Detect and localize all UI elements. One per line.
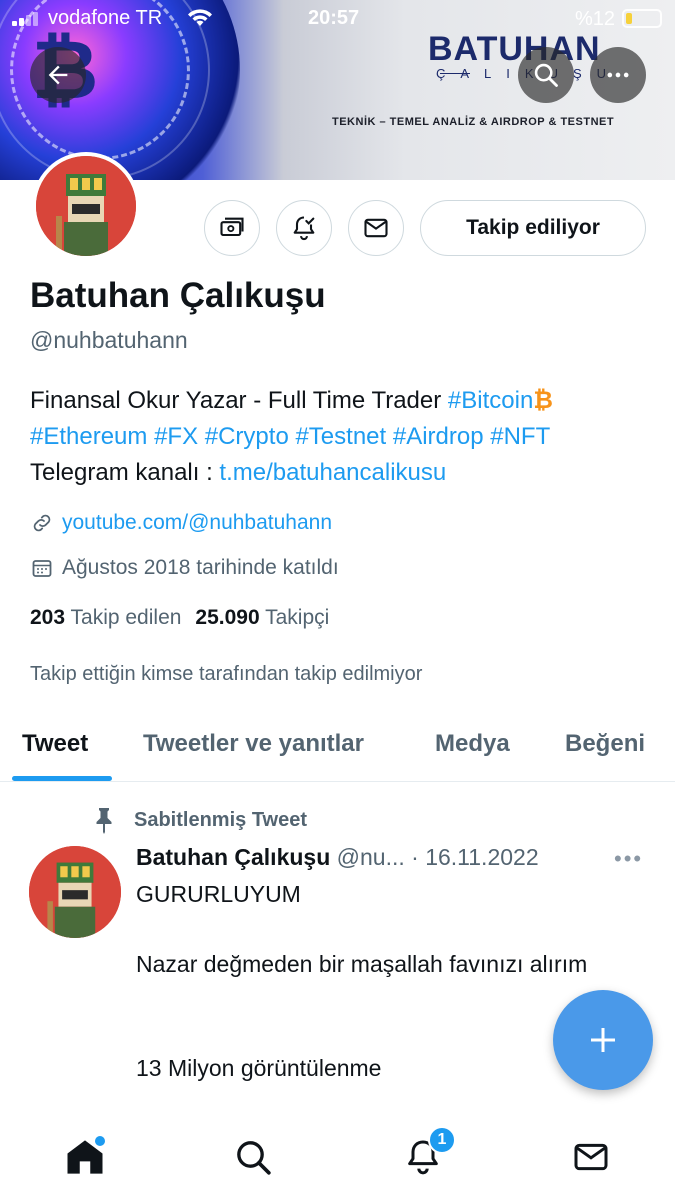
tab-media[interactable]: Medya [435,730,510,758]
following-label: Takip edilen [70,606,182,629]
profile-join-date: Ağustos 2018 tarihinde katıldı [30,556,339,580]
search-icon [534,63,558,87]
following-link[interactable]: 203 Takip edilen [30,606,181,629]
bio-line-1: Finansal Okur Yazar - Full Time Trader #… [30,383,650,419]
nav-messages[interactable] [566,1132,616,1182]
tweet-text-line: GURURLUYUM [136,881,301,907]
home-unread-dot [95,1136,105,1146]
compose-tweet-button[interactable] [553,990,653,1090]
nav-home[interactable] [60,1132,110,1182]
followers-link[interactable]: 25.090 Takipçi [195,606,329,629]
status-time: 20:57 [308,7,360,29]
signal-icon [12,12,38,26]
plus-icon [591,1028,615,1052]
avatar-character-image [36,156,136,256]
mail-icon [574,1143,608,1171]
tab-likes[interactable]: Beğeni [565,730,645,758]
hashtag-link[interactable]: #Bitcoin [448,387,533,414]
more-dots-icon [607,72,629,78]
website-link[interactable]: youtube.com/@nuhbatuhann [62,511,332,535]
profile-avatar[interactable] [32,152,140,260]
tab-tweet[interactable]: Tweet [22,730,88,758]
mutual-followers-note: Takip ettiğin kimse tarafından takip edi… [30,663,423,685]
bio-hashtags[interactable]: #Ethereum #FX #Crypto #Testnet #Airdrop … [30,419,650,455]
bio-telegram-label: Telegram kanalı : [30,459,220,486]
following-button[interactable]: Takip ediliyor [420,200,646,256]
bitcoin-emoji-icon: ₿ [533,387,553,414]
followers-label: Takipçi [265,606,330,629]
nav-notifications[interactable]: 1 [398,1126,456,1182]
tweet-more-icon[interactable]: ••• [614,846,643,872]
profile-bio: Finansal Okur Yazar - Full Time Trader #… [30,383,650,491]
following-count: 203 [30,606,66,629]
notifications-toggle-button[interactable] [276,200,332,256]
calendar-icon [32,560,52,577]
more-options-button[interactable] [590,47,646,103]
follow-counts: 203 Takip edilen 25.090 Takipçi [30,606,329,630]
nav-search[interactable] [228,1132,278,1182]
join-date-text: Ağustos 2018 tarihinde katıldı [62,556,339,579]
pinned-label-text: Sabitlenmiş Tweet [134,808,308,831]
notification-badge: 1 [428,1126,456,1154]
profile-website[interactable]: youtube.com/@nuhbatuhann [30,511,332,535]
tweet-date: · 16.11.2022 [411,844,539,870]
battery-percentage: %12 [575,8,616,30]
tweet-header: Batuhan Çalıkuşu @nu... · 16.11.2022 [136,844,539,871]
telegram-link[interactable]: t.me/batuhancalikusu [219,459,446,486]
bottom-navigation: 1 [0,1112,675,1200]
tab-tweets-and-replies[interactable]: Tweetler ve yanıtlar [143,730,364,758]
pin-icon [96,808,112,834]
banner-tagline: TEKNİK – TEMEL ANALİZ & AIRDROP & TESTNE… [332,116,615,128]
battery-icon [622,9,662,28]
tweet-author-handle: @nu... [336,844,405,870]
tweet-author-avatar[interactable] [29,846,121,938]
message-button[interactable] [348,200,404,256]
back-arrow-icon [48,65,68,85]
carrier-name: vodafone TR [48,7,163,29]
profile-search-button[interactable] [518,47,574,103]
profile-tabs: Tweet Tweetler ve yanıtlar Medya Beğeni [0,712,675,782]
followers-count: 25.090 [195,606,260,629]
back-button[interactable] [30,47,86,103]
wifi-icon [188,9,212,26]
envelope-icon [364,218,388,238]
tweet-author-name[interactable]: Batuhan Çalıkuşu [136,844,330,870]
status-bar: vodafone TR 20:57 %12 [0,0,675,36]
active-tab-indicator [12,776,112,781]
bio-line-3: Telegram kanalı : t.me/batuhancalikusu [30,455,650,491]
bio-text: Finansal Okur Yazar - Full Time Trader [30,387,448,414]
link-icon [33,514,51,532]
tweet-text-line: Nazar değmeden bir maşallah favınızı alı… [136,951,588,977]
search-icon [237,1141,271,1175]
tip-jar-button[interactable] [204,200,260,256]
tweet-text-line: 13 Milyon görüntülenme [136,1055,382,1081]
avatar-character-image [29,846,121,938]
bell-check-icon [293,216,315,241]
pinned-tweet-label: Sabitlenmiş Tweet [92,806,307,834]
profile-display-name: Batuhan Çalıkuşu [30,276,326,315]
profile-handle: @nuhbatuhann [30,327,188,353]
money-icon [220,217,244,237]
